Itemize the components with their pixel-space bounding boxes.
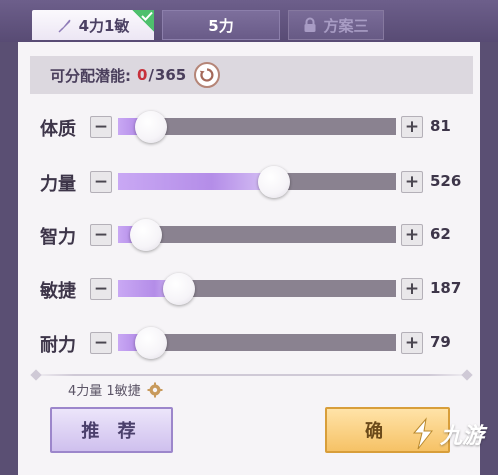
tab-scheme-1[interactable]: 4力1敏: [32, 10, 154, 40]
watermark: 九游: [408, 413, 494, 455]
check-icon: [132, 10, 154, 32]
increase-button[interactable]: +: [401, 278, 423, 300]
recommend-button[interactable]: 推 荐: [50, 407, 173, 453]
potential-label: 可分配潜能:: [50, 66, 131, 85]
stat-label: 耐力: [40, 335, 76, 356]
summary-text: 4力量 1敏捷: [68, 384, 141, 399]
stat-slider[interactable]: [118, 272, 396, 305]
tab-label: 方案三: [323, 16, 369, 35]
divider: [30, 374, 473, 376]
stat-slider[interactable]: [118, 218, 396, 251]
increase-button[interactable]: +: [401, 171, 423, 193]
stat-slider[interactable]: [118, 110, 396, 143]
stat-slider[interactable]: [118, 165, 396, 198]
stat-slider[interactable]: [118, 326, 396, 359]
recommend-label: 推 荐: [81, 421, 142, 442]
stat-label: 体质: [40, 119, 76, 140]
stat-row-intelligence: 智力 − + 62: [30, 215, 473, 255]
watermark-text: 九游: [440, 424, 485, 449]
reset-icon[interactable]: [194, 62, 221, 88]
increase-button[interactable]: +: [401, 224, 423, 246]
scheme-tab-bar: 4力1敏 5力 方案三: [0, 0, 498, 42]
allocation-summary: 4力量 1敏捷: [68, 380, 163, 399]
stat-label: 智力: [40, 227, 76, 248]
tab-label: 4力1敏: [78, 16, 130, 35]
potential-total: 365: [154, 66, 187, 84]
slider-knob[interactable]: [257, 165, 290, 198]
decrease-button[interactable]: −: [90, 278, 112, 300]
feather-icon: [57, 17, 73, 33]
slider-knob[interactable]: [129, 218, 162, 251]
slider-knob[interactable]: [163, 272, 196, 305]
tab-label: 5力: [208, 16, 234, 35]
slider-knob[interactable]: [135, 110, 168, 143]
stat-row-constitution: 体质 − + 81: [30, 107, 473, 147]
lock-icon: [303, 17, 317, 33]
confirm-label: 确: [365, 421, 383, 442]
decrease-button[interactable]: −: [90, 116, 112, 138]
decrease-button[interactable]: −: [90, 224, 112, 246]
stat-value: 62: [430, 225, 451, 243]
decrease-button[interactable]: −: [90, 332, 112, 354]
increase-button[interactable]: +: [401, 332, 423, 354]
potential-separator: /: [148, 66, 154, 84]
slider-knob[interactable]: [135, 326, 168, 359]
stat-row-agility: 敏捷 − + 187: [30, 269, 473, 309]
potential-points-bar: 可分配潜能: 0 / 365: [30, 56, 473, 94]
tab-scheme-2[interactable]: 5力: [162, 10, 280, 40]
stat-label: 敏捷: [40, 281, 76, 302]
increase-button[interactable]: +: [401, 116, 423, 138]
stat-value: 526: [430, 172, 462, 190]
stat-row-strength: 力量 − + 526: [30, 162, 473, 202]
decrease-button[interactable]: −: [90, 171, 112, 193]
slider-fill: [118, 173, 274, 190]
stat-row-endurance: 耐力 − + 79: [30, 323, 473, 363]
stat-label: 力量: [40, 174, 76, 195]
gear-icon[interactable]: [147, 382, 163, 398]
stat-value: 187: [430, 279, 462, 297]
potential-current: 0: [137, 66, 148, 84]
watermark-logo-icon: [412, 417, 434, 450]
tab-scheme-3[interactable]: 方案三: [288, 10, 384, 40]
stat-value: 79: [430, 333, 451, 351]
stat-value: 81: [430, 117, 451, 135]
